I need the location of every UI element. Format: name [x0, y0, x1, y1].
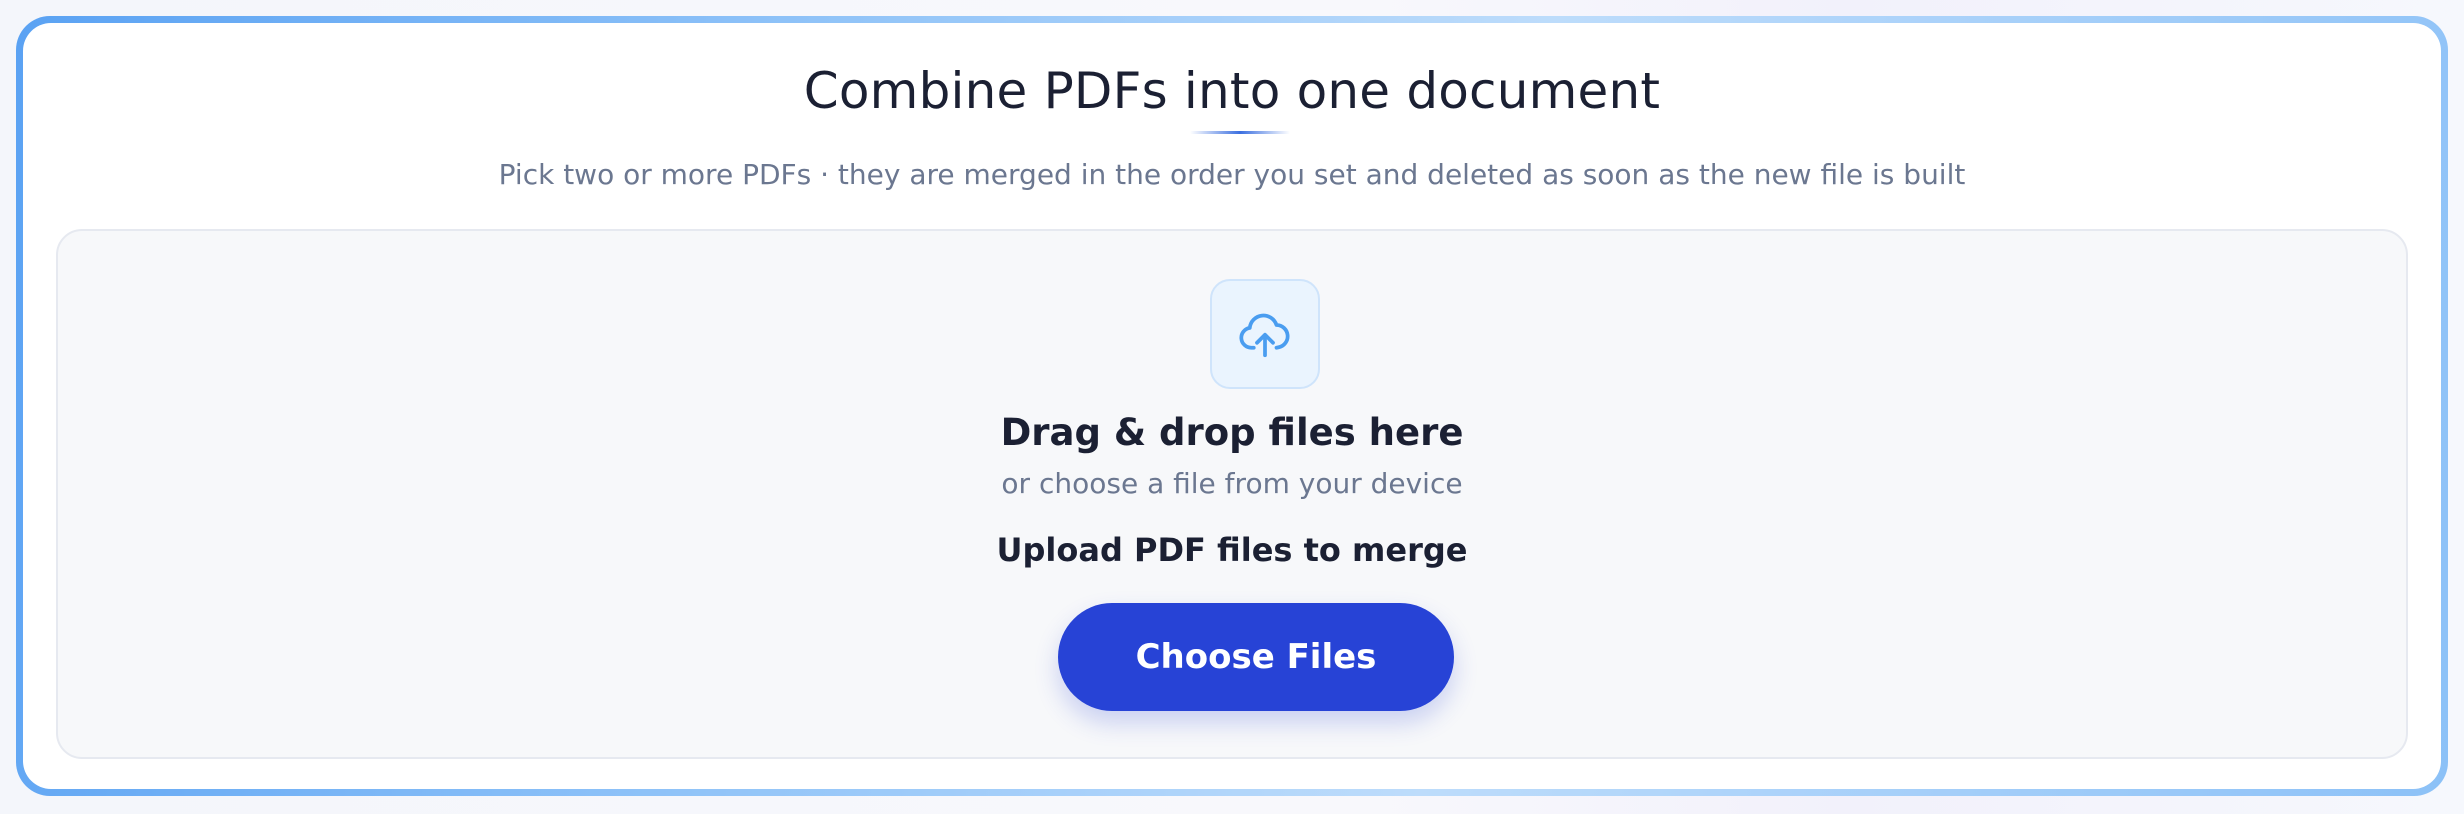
upload-icon-box — [1210, 279, 1320, 389]
page-title: Combine PDFs into one document — [803, 62, 1661, 120]
file-dropzone[interactable]: Drag & drop files here or choose a file … — [56, 229, 2408, 759]
page-subtitle: Pick two or more PDFs · they are merged … — [498, 158, 1966, 191]
merge-card: Combine PDFs into one document Pick two … — [23, 23, 2441, 789]
merge-card-frame: Combine PDFs into one document Pick two … — [16, 16, 2448, 796]
choose-files-button[interactable]: Choose Files — [1058, 603, 1454, 711]
cloud-upload-icon — [1239, 313, 1290, 358]
title-underline — [1190, 131, 1290, 134]
dropzone-subtitle: or choose a file from your device — [1001, 467, 1463, 500]
dropzone-title: Drag & drop files here — [1000, 411, 1464, 454]
upload-label: Upload PDF files to merge — [996, 531, 1468, 569]
